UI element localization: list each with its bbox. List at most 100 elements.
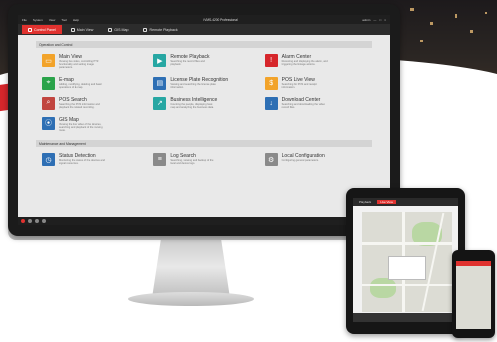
- download-icon: ↓: [264, 96, 278, 110]
- tab-bar: Control Panel Main View GIS Map Remote P…: [18, 24, 390, 35]
- module-description: Counting the people, displaying heat map…: [170, 102, 214, 109]
- module-grid-operation: ▭ Main View Viewing live video, controllin…: [36, 48, 372, 138]
- desktop-monitor: File System View Tool Help iVMS-4200 Pro…: [8, 4, 400, 236]
- menu-view[interactable]: View: [49, 18, 55, 22]
- home-icon: [28, 27, 32, 32]
- bell-icon: !: [264, 54, 278, 67]
- module-description: Searching and downloading the video reco…: [281, 102, 325, 109]
- module-status-detection[interactable]: ◷ Status Detection Monitoring the status o…: [42, 153, 143, 167]
- tablet-header: Playback Live View: [353, 198, 458, 206]
- title-bar: File System View Tool Help iVMS-4200 Pro…: [18, 15, 390, 24]
- menu-tool[interactable]: Tool: [61, 18, 67, 22]
- gear-icon: ⚙: [264, 153, 278, 167]
- module-license-plate-recognition[interactable]: ▤ License Plate Recognition Viewing and se…: [153, 76, 254, 90]
- module-description: Searching the POS information and playba…: [59, 102, 100, 109]
- module-grid-maintenance: ◷ Status Detection Monitoring the status o…: [36, 147, 372, 172]
- menu-help[interactable]: Help: [73, 18, 79, 22]
- module-pos-live-view[interactable]: $ POS Live View Searching for POS and rece…: [264, 76, 366, 90]
- module-description: Receiving and displaying the alarm, and …: [281, 60, 328, 67]
- tab-main-view[interactable]: Main View: [65, 25, 100, 34]
- tablet-toolbar: [353, 313, 458, 322]
- module-remote-playback[interactable]: ▶ Remote Playback Searching the record fil…: [153, 54, 254, 70]
- map-icon: ⌖: [42, 76, 55, 90]
- module-gis-map[interactable]: ⦿ GIS Map Viewing the live video of the de…: [42, 116, 143, 133]
- app-window: File System View Tool Help iVMS-4200 Pro…: [18, 15, 390, 225]
- menu-system[interactable]: System: [33, 18, 43, 22]
- module-text: Main View Viewing live video, controlling…: [59, 54, 105, 70]
- expand-icon[interactable]: [42, 219, 46, 223]
- phone-device: [452, 250, 495, 338]
- module-text: License Plate Recognition Viewing and sea…: [170, 77, 228, 89]
- film-icon: ▶: [153, 54, 167, 67]
- search-icon: ⌕: [42, 96, 55, 110]
- chart-icon: ↗: [153, 96, 167, 110]
- minimize-button[interactable]: —: [373, 18, 376, 22]
- phone-screen: [456, 261, 491, 329]
- maximize-button[interactable]: □: [379, 18, 381, 22]
- camera-popup[interactable]: [388, 256, 426, 280]
- menu-file[interactable]: File: [22, 18, 27, 22]
- module-alarm-center[interactable]: ! Alarm Center Receiving and displaying th…: [264, 54, 366, 70]
- module-text: Local Configuration Configuring general p…: [282, 153, 328, 162]
- tab-label: Remote Playback: [149, 27, 178, 32]
- module-text: POS Search Searching the POS information …: [59, 97, 105, 109]
- module-description: Monitoring the status of the devices and…: [59, 159, 105, 166]
- module-e-map[interactable]: ⌖ E-map Adding, modifying, deleting and ba…: [42, 76, 143, 90]
- module-description: Searching for POS and receipt informatio…: [281, 82, 317, 89]
- clock-icon: ◷: [42, 153, 55, 167]
- module-description: Viewing and searching the license plate …: [170, 82, 216, 89]
- tablet-screen: Playback Live View: [353, 198, 458, 322]
- module-text: Alarm Center Receiving and displaying the…: [282, 54, 328, 66]
- map-icon: [108, 27, 113, 32]
- tablet-device: Playback Live View: [346, 188, 465, 334]
- module-text: E-map Adding, modifying, deleting and bas…: [59, 77, 105, 89]
- module-text: Status Detection Monitoring the status of…: [59, 153, 105, 165]
- module-pos-search[interactable]: ⌕ POS Search Searching the POS information…: [42, 96, 143, 110]
- plate-icon: ▤: [153, 76, 167, 90]
- module-description: Searching, viewing and backup of the loc…: [170, 159, 214, 166]
- app-title: iVMS-4200 Professional: [203, 17, 238, 22]
- monitor-stand: [152, 236, 230, 298]
- module-text: Log Search Searching, viewing and backup …: [170, 153, 216, 165]
- module-text: Remote Playback Searching the record file…: [170, 54, 216, 66]
- module-description: Adding, modifying, deleting and basic op…: [59, 82, 102, 89]
- control-panel: Operation and Control ▭ Main View Viewing …: [18, 35, 390, 172]
- module-business-intelligence[interactable]: ↗ Business Intelligence Counting the peopl…: [153, 96, 254, 110]
- tab-label: Control Panel: [34, 27, 56, 32]
- module-download-center[interactable]: ↓ Download Center Searching and downloadin…: [264, 96, 366, 110]
- module-text: POS Live View Searching for POS and recei…: [282, 77, 328, 89]
- pos-icon: $: [264, 76, 278, 90]
- tablet-map[interactable]: [362, 212, 452, 312]
- mute-icon[interactable]: [28, 219, 32, 223]
- module-text: Business Intelligence Counting the people…: [170, 97, 217, 109]
- module-description: Viewing the live video of the devices, s…: [59, 122, 103, 133]
- menu-bar: File System View Tool Help: [22, 18, 79, 22]
- window-controls: admin — □ ×: [362, 18, 386, 22]
- tab-gis-map[interactable]: GIS Map: [102, 25, 134, 34]
- module-description: Viewing live video, controlling PTZ func…: [59, 60, 99, 70]
- tablet-tab-live-view[interactable]: Live View: [377, 200, 396, 204]
- monitor-stand-base: [128, 292, 254, 306]
- alarm-icon[interactable]: [21, 219, 25, 223]
- section-header-operation: Operation and Control: [36, 41, 372, 48]
- module-text: Download Center Searching and downloading…: [282, 97, 328, 109]
- phone-header: [456, 261, 491, 266]
- tab-remote-playback[interactable]: Remote Playback: [137, 25, 183, 34]
- film-icon: [143, 27, 148, 32]
- monitor-icon: [70, 27, 75, 32]
- tablet-tab-playback[interactable]: Playback: [356, 200, 374, 204]
- log-icon: ≡: [153, 153, 167, 167]
- tab-label: GIS Map: [114, 27, 129, 32]
- status-bar: [18, 217, 390, 225]
- module-local-configuration[interactable]: ⚙ Local Configuration Configuring general …: [264, 153, 366, 167]
- section-header-maintenance: Maintenance and Management: [36, 140, 372, 148]
- module-main-view[interactable]: ▭ Main View Viewing live video, controllin…: [42, 54, 143, 70]
- close-button[interactable]: ×: [384, 18, 386, 22]
- module-description: Searching the record files and playback.: [170, 60, 205, 67]
- module-text: GIS Map Viewing the live video of the dev…: [59, 117, 105, 133]
- user-label[interactable]: admin: [362, 18, 370, 22]
- module-log-search[interactable]: ≡ Log Search Searching, viewing and backup…: [153, 153, 254, 167]
- lock-icon[interactable]: [35, 219, 39, 223]
- tab-label: Main View: [76, 27, 94, 32]
- tab-control-panel[interactable]: Control Panel: [22, 25, 62, 34]
